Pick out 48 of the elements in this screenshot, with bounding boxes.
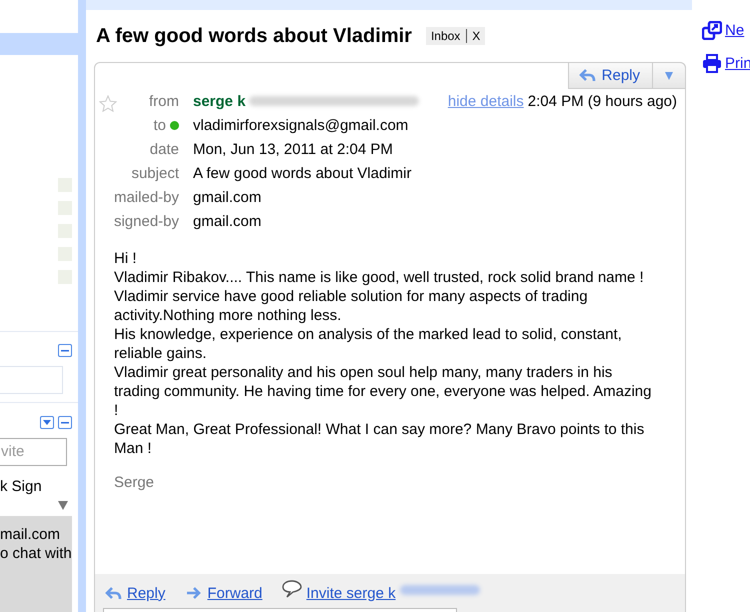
- status-text: o chat with: [0, 544, 72, 563]
- chat-text: k Sign: [0, 478, 43, 495]
- forward-link[interactable]: Forward: [207, 584, 262, 602]
- remove-label-button[interactable]: X: [466, 29, 480, 43]
- message-time: 2:04 PM (9 hours ago): [528, 92, 677, 110]
- speech-bubble-icon[interactable]: [282, 578, 302, 598]
- printer-icon[interactable]: [702, 54, 722, 73]
- reply-link[interactable]: Reply: [127, 584, 166, 602]
- field-value: gmail.com: [193, 212, 262, 230]
- field-label: from: [149, 92, 179, 110]
- body-text: Man !: [114, 439, 153, 458]
- field-value: Mon, Jun 13, 2011 at 2:04 PM: [193, 140, 393, 158]
- reply-icon[interactable]: [578, 67, 598, 84]
- new-window-link[interactable]: Ne: [725, 22, 744, 39]
- forward-icon[interactable]: [185, 585, 204, 601]
- field-value: vladimirforexsignals@gmail.com: [193, 116, 408, 134]
- message-subject: A few good words about Vladimir: [96, 24, 412, 48]
- field-value: A few good words about Vladimir: [193, 164, 412, 182]
- body-text: Vladimir Ribakov.... This name is like good, well trusted, rock solid brand name !: [114, 268, 645, 287]
- dropdown-icon[interactable]: [40, 416, 54, 429]
- body-text: activity.Nothing more nothing less.: [114, 306, 342, 325]
- field-label: date: [150, 140, 179, 158]
- field-value: gmail.com: [193, 188, 262, 206]
- body-text: Hi !: [114, 249, 138, 268]
- status-text: mail.com: [0, 525, 62, 544]
- body-text: His knowledge, experience on analysis of the marked lead to solid, constant,: [114, 325, 623, 344]
- body-text: trading community. He having time for every one, everyone was helped. Amazing: [114, 382, 652, 401]
- invite-field[interactable]: vite: [0, 438, 67, 466]
- body-text: Vladimir great personality and his open soul help many, many traders in his: [114, 363, 614, 382]
- field-label: subject: [131, 164, 179, 182]
- search-field[interactable]: [0, 366, 63, 394]
- body-text: Vladimir service have good reliable solution for many aspects of trading: [114, 287, 589, 306]
- label-name[interactable]: Inbox: [430, 29, 460, 43]
- body-text: !: [114, 401, 120, 420]
- star-icon[interactable]: [99, 94, 117, 112]
- field-label: signed-by: [114, 212, 179, 230]
- hide-details-link[interactable]: hide details: [448, 92, 524, 110]
- field-label: mailed-by: [114, 188, 179, 206]
- chat-link[interactable]: Invite serge k: [306, 584, 396, 602]
- collapse-icon[interactable]: [58, 344, 72, 357]
- field-label: to: [153, 116, 166, 134]
- body-text: Great Man, Great Professional! What I can say more? Many Bravo points to this: [114, 420, 646, 439]
- body-text: reliable gains.: [114, 344, 208, 363]
- sender-name: serge k: [193, 92, 246, 110]
- reply-icon[interactable]: [105, 585, 123, 601]
- new-window-icon[interactable]: [702, 21, 722, 40]
- signature: Serge: [114, 474, 156, 491]
- collapse-icon[interactable]: [58, 416, 72, 429]
